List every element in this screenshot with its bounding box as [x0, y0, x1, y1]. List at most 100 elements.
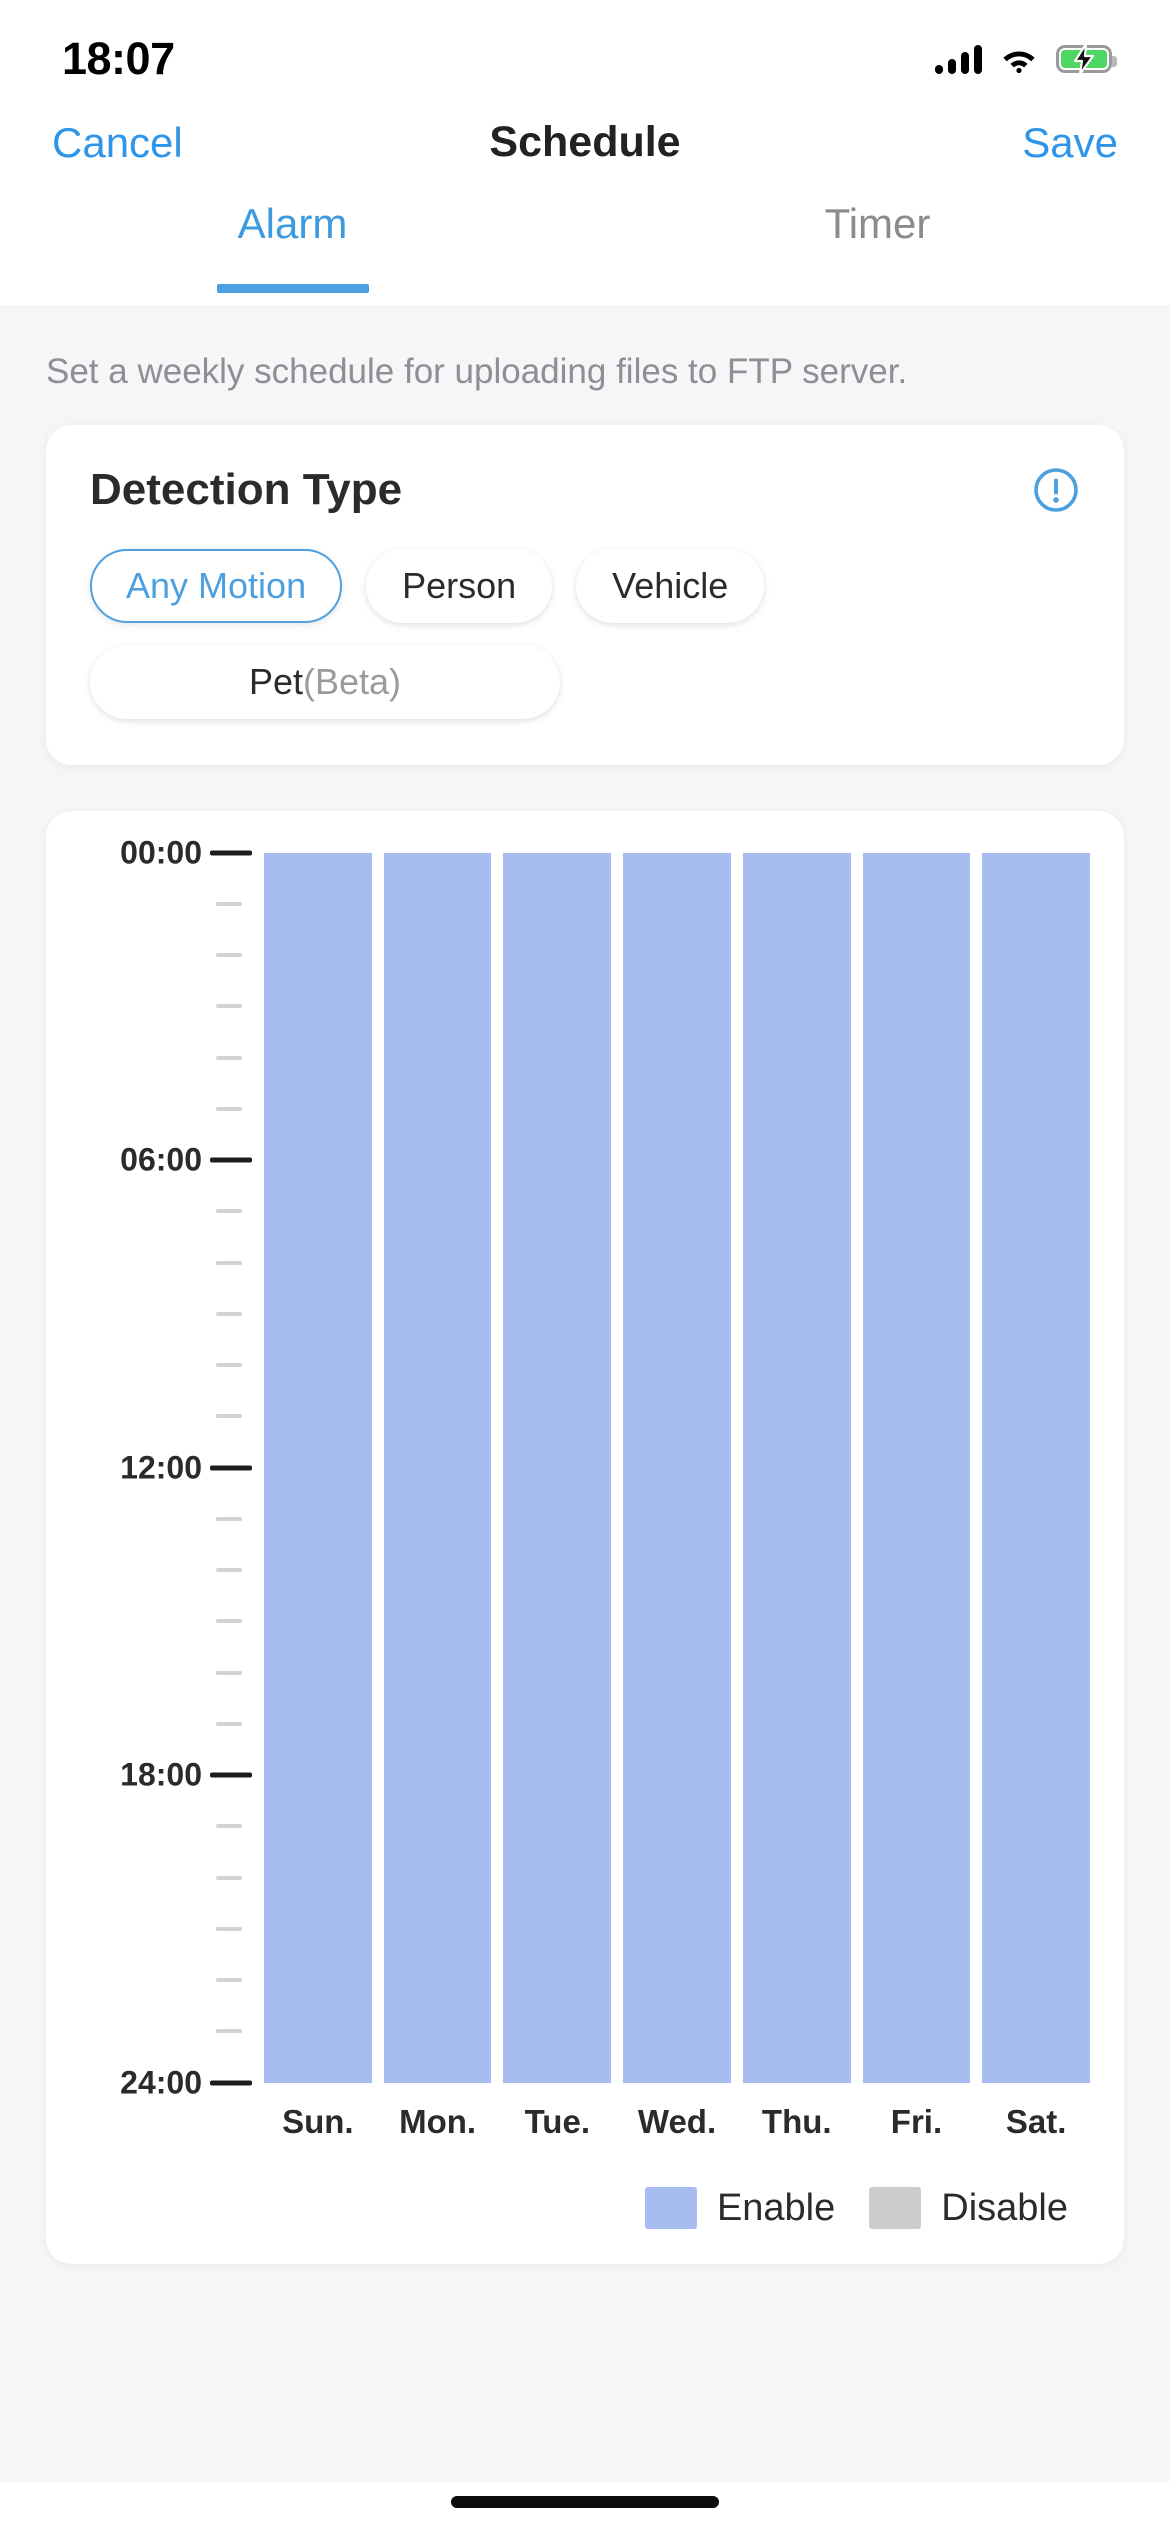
- page-title: Schedule: [489, 118, 681, 166]
- y-axis-minor-tick: [216, 2029, 242, 2034]
- y-axis-minor-tick: [216, 1516, 242, 1521]
- y-axis-major-tick: [210, 1157, 252, 1163]
- chart-plot-area: [252, 852, 1091, 2083]
- home-indicator: [451, 2496, 719, 2508]
- navigation-bar: Cancel Schedule Save: [0, 95, 1170, 190]
- legend-item-enable: Enable: [644, 2186, 836, 2230]
- detection-type-chips: Any Motion Person Vehicle Pet (Beta): [90, 548, 1080, 719]
- chart-day-column: [862, 852, 971, 2083]
- y-axis-major-tick: [210, 850, 252, 855]
- schedule-bar[interactable]: [862, 852, 971, 2083]
- schedule-bar[interactable]: [742, 852, 851, 2083]
- y-axis-minor-tick: [216, 1363, 242, 1367]
- schedule-hint-text: Set a weekly schedule for uploading file…: [46, 352, 908, 391]
- schedule-bar[interactable]: [982, 852, 1091, 2083]
- detection-type-card: Detection Type Any Motion Person Vehicle: [46, 424, 1124, 765]
- day-label-spacer: [611, 2103, 623, 2141]
- day-label-spacer: [731, 2103, 743, 2141]
- detection-type-header: Detection Type: [90, 465, 1080, 515]
- y-axis-label: 06:00: [120, 1141, 202, 1178]
- x-axis-day-label: Sat.: [1005, 2102, 1067, 2140]
- chart-legend: Enable Disable: [80, 2187, 1090, 2230]
- schedule-screen: 18:07 Cancel Schedule Save Alarm Timer S…: [0, 0, 1170, 2532]
- chip-pet-beta-suffix: (Beta): [303, 660, 402, 702]
- chip-any-motion[interactable]: Any Motion: [90, 548, 343, 623]
- status-bar: 18:07: [0, 0, 1170, 95]
- y-axis-minor-tick: [216, 1978, 242, 1982]
- y-axis-minor-tick: [216, 1568, 242, 1572]
- day-label-spacer: [851, 2103, 863, 2141]
- y-axis-minor-tick: [216, 1260, 242, 1265]
- day-label-spacer: [491, 2103, 503, 2141]
- legend-swatch-enable: [644, 2187, 697, 2229]
- y-axis-minor-tick: [216, 1311, 242, 1316]
- save-button[interactable]: Save: [1010, 111, 1130, 175]
- wifi-icon: [1003, 51, 1035, 73]
- y-axis-label: 18:00: [120, 1756, 202, 1793]
- schedule-bar[interactable]: [503, 852, 612, 2083]
- x-axis-day-label: Thu.: [761, 2102, 832, 2140]
- content-area: Set a weekly schedule for uploading file…: [0, 305, 1170, 2482]
- chip-person-label: Person: [402, 564, 517, 606]
- tab-bar: Alarm Timer: [0, 190, 1170, 305]
- y-axis-minor-tick: [216, 953, 242, 957]
- tab-alarm-label: Alarm: [237, 200, 348, 247]
- tab-timer[interactable]: Timer: [585, 190, 1170, 305]
- chart-y-axis-labels: 00:00 06:00 12:00 18:00 24:00: [80, 834, 210, 2100]
- y-axis-minor-tick: [216, 1055, 242, 1060]
- detection-type-title: Detection Type: [90, 464, 403, 514]
- y-axis-label: 00:00: [120, 834, 202, 870]
- y-axis-minor-tick: [216, 1106, 242, 1111]
- chart-day-column: [623, 852, 731, 2083]
- cancel-button[interactable]: Cancel: [40, 111, 195, 175]
- chart-day-column: [264, 852, 372, 2083]
- chip-pet-label: Pet: [248, 660, 303, 702]
- battery-charging-icon: [1056, 43, 1117, 74]
- legend-label-disable: Disable: [941, 2186, 1068, 2229]
- y-axis-minor-tick: [216, 1875, 242, 1880]
- y-axis-minor-tick: [216, 1670, 242, 1675]
- x-axis-day-label: Wed.: [637, 2102, 717, 2140]
- y-axis-label: 24:00: [120, 2064, 202, 2100]
- y-axis-minor-tick: [216, 1926, 242, 1931]
- schedule-bar[interactable]: [623, 852, 731, 2083]
- y-axis-minor-tick: [216, 1721, 242, 1726]
- legend-label-enable: Enable: [716, 2186, 836, 2229]
- y-axis-minor-tick: [216, 1004, 242, 1009]
- chip-vehicle[interactable]: Vehicle: [576, 548, 765, 623]
- chart-x-axis-labels: Sun. Mon. Tue. Wed. Thu. Fri. Sat.: [80, 2103, 1090, 2141]
- y-axis-minor-tick: [216, 1414, 242, 1419]
- day-label-spacer: [970, 2103, 982, 2141]
- y-axis-major-tick: [210, 1772, 252, 1778]
- info-circle-icon[interactable]: [1032, 466, 1080, 514]
- chip-pet-beta[interactable]: Pet (Beta): [90, 644, 560, 719]
- chip-any-motion-label: Any Motion: [126, 564, 307, 606]
- y-axis-minor-tick: [216, 901, 242, 906]
- status-icons: [935, 43, 1117, 74]
- chip-vehicle-label: Vehicle: [612, 564, 729, 606]
- day-label-spacer: [372, 2103, 384, 2141]
- chip-person[interactable]: Person: [366, 548, 553, 623]
- tab-alarm[interactable]: Alarm: [0, 190, 585, 305]
- weekly-schedule-chart-card: 00:00 06:00 12:00 18:00 24:00 Sun. Mon. Tue. We…: [46, 810, 1124, 2264]
- legend-item-disable: Disable: [869, 2187, 1068, 2230]
- chart-day-column: [503, 852, 612, 2083]
- y-axis-major-tick: [210, 1465, 252, 1470]
- x-axis-day-label: Sun.: [282, 2102, 354, 2140]
- schedule-bar[interactable]: [383, 852, 492, 2083]
- chart-day-column: [383, 852, 492, 2083]
- cellular-signal-icon: [935, 44, 982, 74]
- y-axis-minor-tick: [216, 1619, 242, 1624]
- chart-y-axis-ticks: [210, 850, 252, 2085]
- x-axis-day-label: Mon.: [399, 2102, 477, 2140]
- y-axis-minor-tick: [216, 1824, 242, 1829]
- legend-swatch-disable: [869, 2187, 922, 2229]
- chart-day-column: [742, 852, 851, 2083]
- schedule-bar[interactable]: [264, 852, 372, 2083]
- tab-timer-label: Timer: [824, 200, 931, 247]
- chart-day-column: [982, 852, 1091, 2083]
- y-axis-label: 12:00: [120, 1449, 202, 1485]
- y-axis-major-tick: [210, 2080, 252, 2085]
- status-time: 18:07: [62, 32, 175, 84]
- schedule-chart: 00:00 06:00 12:00 18:00 24:00: [80, 834, 1091, 2100]
